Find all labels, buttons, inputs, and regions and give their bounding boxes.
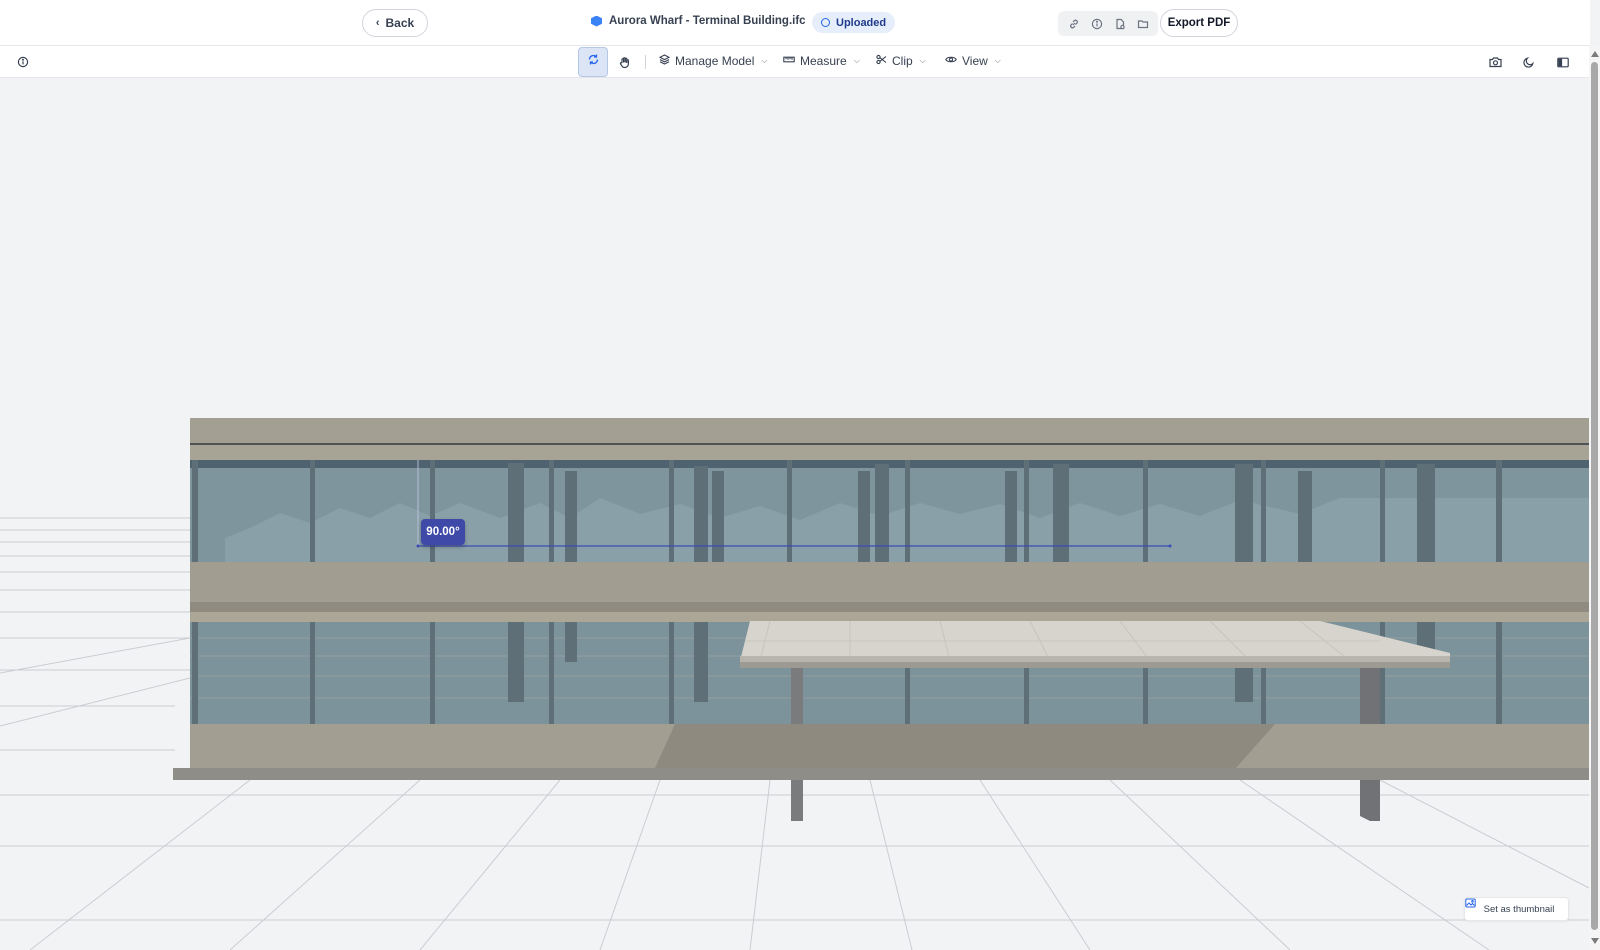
model-viewport[interactable]: 90.00° Set as thumbnail bbox=[0, 78, 1589, 950]
clip-menu[interactable]: Clip ⌵ bbox=[876, 54, 926, 68]
orbit-button[interactable] bbox=[578, 47, 608, 77]
chevron-down-icon: ⌵ bbox=[919, 56, 926, 65]
status-circle-icon bbox=[821, 18, 830, 27]
model-scene bbox=[0, 418, 1589, 950]
scrollbar-thumb[interactable] bbox=[1591, 62, 1598, 930]
vertical-scrollbar[interactable] bbox=[1589, 46, 1600, 950]
chevron-down-icon: ⌵ bbox=[761, 56, 768, 65]
measure-label: Measure bbox=[800, 54, 847, 68]
view-menu[interactable]: View ⌵ bbox=[945, 54, 1001, 68]
manage-model-label: Manage Model bbox=[675, 54, 755, 68]
pan-hand-icon[interactable] bbox=[615, 53, 633, 71]
chevron-down-icon: ⌵ bbox=[994, 56, 1001, 65]
roof-fascia bbox=[190, 418, 1589, 443]
orbit-icon bbox=[587, 53, 600, 71]
layers-icon bbox=[658, 54, 671, 68]
folder-icon[interactable] bbox=[1134, 15, 1152, 33]
chevron-left-icon: ‹ bbox=[375, 17, 380, 29]
info-icon[interactable] bbox=[14, 53, 32, 71]
scroll-down-arrow-icon[interactable] bbox=[1591, 938, 1599, 944]
export-pdf-button[interactable]: Export PDF bbox=[1160, 9, 1238, 37]
chevron-down-icon: ⌵ bbox=[853, 56, 860, 65]
header-tool-group bbox=[1058, 11, 1158, 36]
scissors-icon bbox=[876, 54, 887, 68]
angle-measurement-label[interactable]: 90.00° bbox=[421, 519, 465, 545]
ruler-icon bbox=[783, 54, 795, 68]
scroll-up-arrow-icon[interactable] bbox=[1591, 51, 1599, 57]
eye-icon bbox=[945, 54, 957, 68]
sidebar-toggle-icon[interactable] bbox=[1554, 53, 1572, 71]
status-label: Uploaded bbox=[836, 16, 887, 29]
info-icon[interactable] bbox=[1088, 15, 1106, 33]
mid-slab bbox=[190, 562, 1589, 602]
toolbar-divider bbox=[645, 55, 646, 69]
camera-icon[interactable] bbox=[1486, 53, 1504, 71]
model-cube-icon bbox=[591, 15, 602, 27]
viewer-toolbar: Manage Model ⌵ Measure ⌵ Clip ⌵ View ⌵ bbox=[0, 46, 1590, 78]
link-icon[interactable] bbox=[1065, 15, 1083, 33]
back-button[interactable]: ‹ Back bbox=[362, 9, 428, 37]
set-thumbnail-button[interactable]: Set as thumbnail bbox=[1464, 897, 1569, 921]
status-badge: Uploaded bbox=[812, 12, 896, 33]
view-label: View bbox=[962, 54, 988, 68]
top-header: ‹ Back Aurora Wharf - Terminal Building.… bbox=[0, 0, 1590, 46]
moon-icon[interactable] bbox=[1520, 53, 1538, 71]
manage-model-menu[interactable]: Manage Model ⌵ bbox=[658, 54, 768, 68]
file-icon[interactable] bbox=[1111, 15, 1129, 33]
back-button-label: Back bbox=[385, 16, 415, 30]
clip-label: Clip bbox=[892, 54, 913, 68]
file-name: Aurora Wharf - Terminal Building.ifc bbox=[609, 15, 806, 27]
set-thumbnail-label: Set as thumbnail bbox=[1483, 903, 1555, 915]
measure-menu[interactable]: Measure ⌵ bbox=[783, 54, 860, 68]
file-title: Aurora Wharf - Terminal Building.ifc bbox=[591, 15, 806, 27]
